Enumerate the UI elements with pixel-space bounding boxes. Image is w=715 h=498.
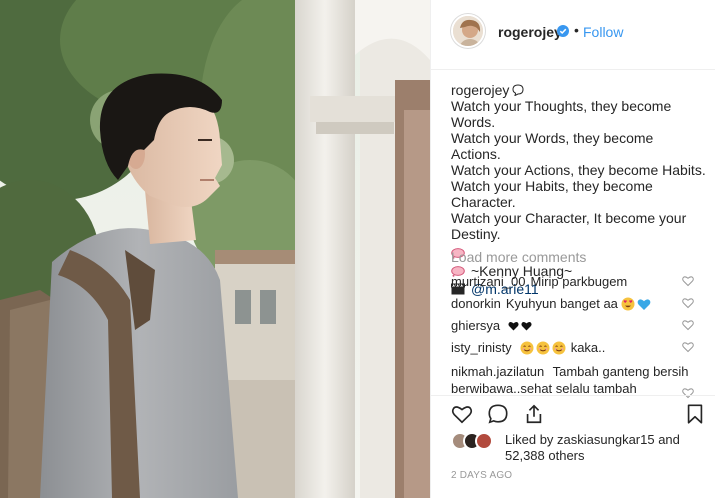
black-heart-emoji-icon: [521, 321, 532, 331]
bookmark-icon[interactable]: [684, 403, 706, 425]
photo-illustration: [0, 0, 430, 498]
likes-line-2: 52,388 others: [505, 448, 585, 463]
caption-line: Watch your Words, they become Actions.: [451, 130, 654, 162]
comment-emojis: [520, 341, 566, 355]
liker-avatar: [475, 432, 493, 450]
caption-line: Watch your Character, It become your: [451, 210, 687, 226]
comment-item: ghiersya: [451, 315, 706, 337]
blue-heart-emoji-icon: [637, 298, 651, 310]
comment-text: Mirip parkbugem: [530, 274, 628, 289]
comment-username[interactable]: ghiersya: [451, 318, 500, 334]
comment-username[interactable]: nikmah.jazilatun: [451, 364, 544, 379]
comment-text: Kyuhyun banget aa: [505, 296, 618, 311]
comment-text: kaka..: [570, 340, 606, 355]
comment-emojis: [508, 321, 532, 331]
comment-emojis: [621, 297, 651, 311]
caption-line: Watch your Thoughts, they become Words.: [451, 98, 672, 130]
follow-button[interactable]: Follow: [583, 24, 623, 40]
verified-badge-icon: [557, 25, 569, 37]
share-upload-icon[interactable]: [523, 403, 545, 425]
caption-username[interactable]: rogerojey: [451, 82, 509, 98]
load-more-comments-button[interactable]: Load more comments: [451, 249, 586, 265]
comment-bubble-icon[interactable]: [487, 403, 509, 425]
comment-username[interactable]: donorkin: [451, 296, 501, 312]
avatar-photo: [453, 16, 483, 46]
likes-count-text[interactable]: Liked by zaskiasungkar15 and 52,388 othe…: [505, 432, 705, 464]
comment-username[interactable]: murtizani_00: [451, 274, 525, 290]
heart-outline-icon[interactable]: [451, 403, 473, 425]
post-photo[interactable]: [0, 0, 430, 498]
comment-item: murtizani_00 Mirip parkbugem: [451, 271, 706, 293]
post-header: rogerojey • Follow: [431, 0, 715, 70]
comment-like-heart-icon[interactable]: [682, 319, 694, 331]
smiling-face-emoji-icon: [520, 341, 534, 355]
smiling-face-emoji-icon: [552, 341, 566, 355]
heart-eyes-emoji-icon: [621, 297, 635, 311]
comment-item: isty_rinisty kaka..: [451, 337, 706, 359]
caption-line: Destiny.: [451, 226, 501, 242]
comment-like-heart-icon[interactable]: [682, 341, 694, 353]
comment-username[interactable]: isty_rinisty: [451, 340, 512, 356]
smiling-face-emoji-icon: [536, 341, 550, 355]
comment-list: murtizani_00 Mirip parkbugem donorkin Ky…: [451, 271, 706, 403]
header-username[interactable]: rogerojey: [498, 24, 562, 40]
black-heart-emoji-icon: [508, 321, 519, 331]
liker-avatars[interactable]: [451, 432, 499, 450]
caption-line: Watch your Habits, they become Character…: [451, 178, 653, 210]
comment-like-heart-icon[interactable]: [682, 275, 694, 287]
post-timestamp[interactable]: 2 DAYS AGO: [451, 470, 512, 481]
likes-line-1: Liked by zaskiasungkar15 and: [505, 432, 680, 447]
comment-like-heart-icon[interactable]: [682, 297, 694, 309]
caption-quote: Watch your Thoughts, they become Words. …: [451, 98, 706, 242]
comment-item: donorkin Kyuhyun banget aa: [451, 293, 706, 315]
header-separator: •: [574, 22, 579, 38]
post-action-bar: [431, 395, 715, 429]
avatar[interactable]: [451, 14, 485, 48]
instagram-post: rogerojey • Follow rogerojey Watch your …: [0, 0, 715, 498]
likes-summary: Liked by zaskiasungkar15 and 52,388 othe…: [451, 430, 711, 464]
speech-bubble-icon: [512, 84, 524, 96]
post-side-panel: rogerojey • Follow rogerojey Watch your …: [430, 0, 715, 498]
caption-line: Watch your Actions, they become Habits.: [451, 162, 706, 178]
